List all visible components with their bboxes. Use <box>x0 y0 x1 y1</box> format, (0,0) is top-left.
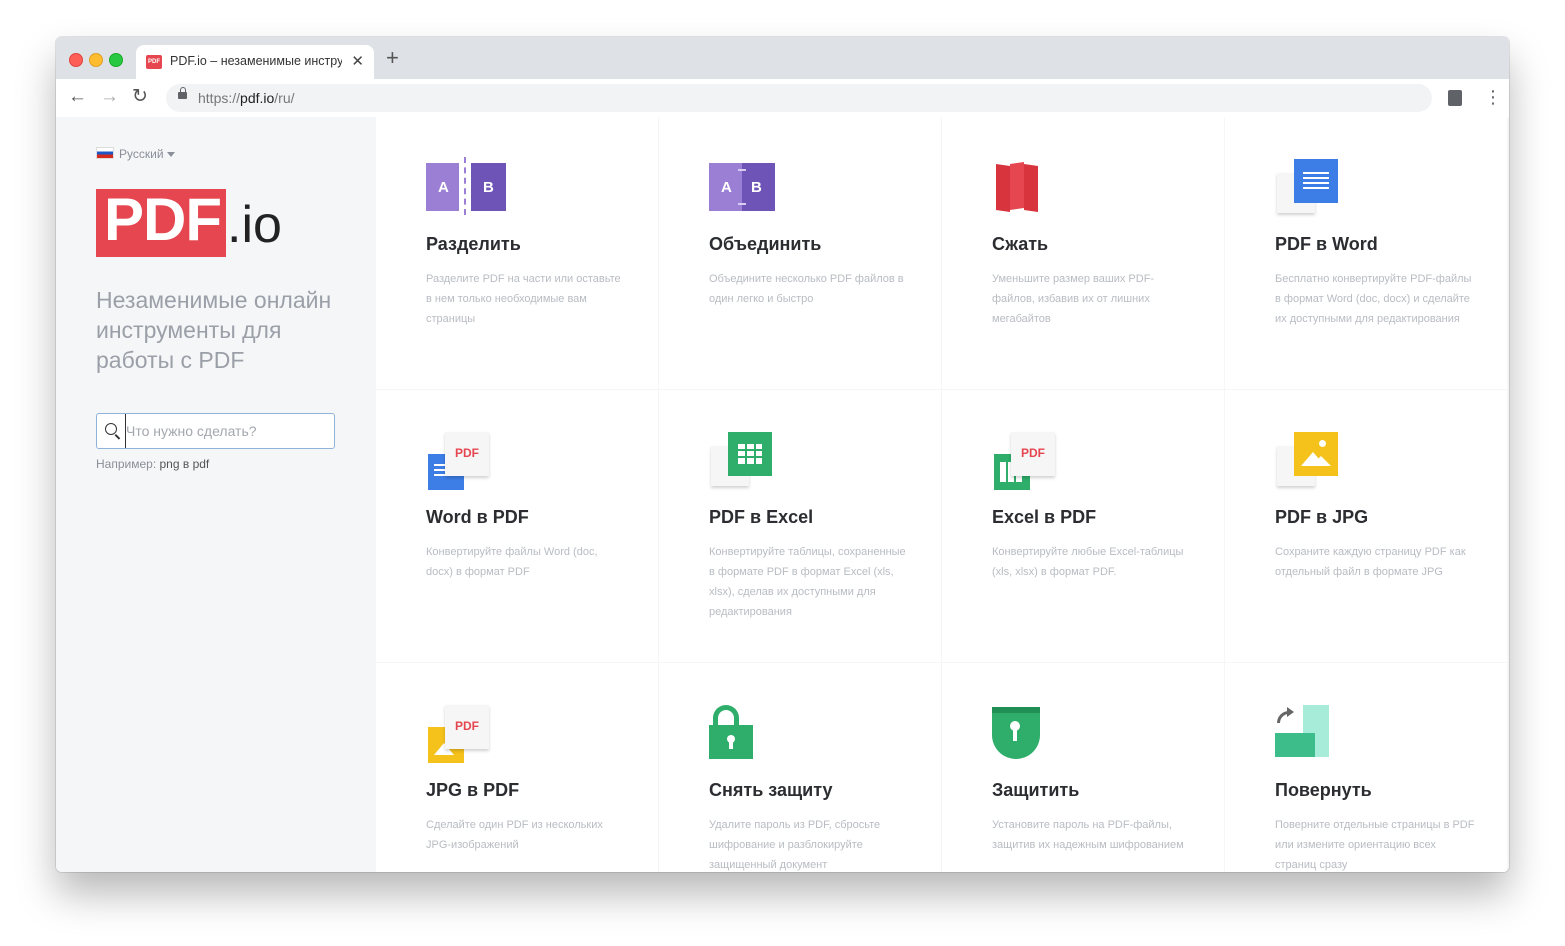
split-icon: A B <box>426 157 506 221</box>
tool-title: Word в PDF <box>426 507 529 527</box>
tool-card-split[interactable]: A B Разделить Разделите PDF на части или… <box>376 117 658 389</box>
tool-card-pdf-to-jpg[interactable]: PDF в JPG Сохраните каждую страницу PDF … <box>1225 390 1507 662</box>
merge-icon: A B <box>709 157 789 221</box>
minimize-window-button[interactable] <box>89 53 103 67</box>
extension-icon[interactable] <box>1448 90 1462 106</box>
chevron-down-icon <box>166 152 175 157</box>
tool-title: Разделить <box>426 234 521 254</box>
compress-icon <box>992 157 1072 221</box>
search-input[interactable] <box>125 414 326 448</box>
protect-icon <box>992 703 1072 767</box>
tool-title: Excel в PDF <box>992 507 1097 527</box>
tool-description: Удалите пароль из PDF, сбросьте шифрован… <box>709 819 881 871</box>
maximize-window-button[interactable] <box>109 53 123 67</box>
url-text: https://pdf.io/ru/ <box>198 90 295 106</box>
language-label: Русский <box>119 147 164 161</box>
search-box[interactable] <box>96 413 335 449</box>
pdf-to-excel-icon <box>709 430 789 494</box>
new-tab-button[interactable]: + <box>386 47 399 69</box>
browser-toolbar: ← → ↻ https://pdf.io/ru/ ⋮ <box>56 79 1509 118</box>
jpg-to-pdf-icon: PDF <box>426 703 506 767</box>
word-to-pdf-icon: PDF <box>426 430 506 494</box>
tool-description: Конвертируйте любые Excel-таблицы (xls, … <box>992 546 1184 578</box>
close-window-button[interactable] <box>69 53 83 67</box>
tool-card-unlock[interactable]: Снять защиту Удалите пароль из PDF, сбро… <box>659 663 941 872</box>
address-bar[interactable]: https://pdf.io/ru/ <box>166 84 1432 112</box>
tools-grid: A B Разделить Разделите PDF на части или… <box>376 117 1509 872</box>
tool-description: Бесплатно конвертируйте PDF-файлы в форм… <box>1275 273 1472 325</box>
tool-description: Сохраните каждую страницу PDF как отдель… <box>1275 546 1466 578</box>
tagline: Незаменимые онлайн инструменты для работ… <box>96 287 332 373</box>
language-selector[interactable]: Русский <box>96 147 175 161</box>
tool-card-protect[interactable]: Защитить Установите пароль на PDF-файлы,… <box>942 663 1224 872</box>
unlock-icon <box>709 703 789 767</box>
logo-io-text: .io <box>227 196 282 254</box>
browser-window: PDF PDF.io – незаменимые инструменты ✕ +… <box>56 37 1509 872</box>
browser-menu-icon[interactable]: ⋮ <box>1484 87 1502 107</box>
tool-description: Конвертируйте таблицы, сохраненные в фор… <box>709 546 906 618</box>
tool-card-excel-to-pdf[interactable]: PDF Excel в PDF Конвертируйте любые Exce… <box>942 390 1224 662</box>
tab-title: PDF.io – незаменимые инструменты <box>170 54 342 68</box>
browser-tab[interactable]: PDF PDF.io – незаменимые инструменты ✕ <box>136 45 374 79</box>
tool-description: Уменьшите размер ваших PDF-файлов, избав… <box>992 273 1155 325</box>
tool-description: Сделайте один PDF из нескольких JPG-изоб… <box>426 819 603 851</box>
sidebar: Русский PDF .io Незаменимые онлайн инстр… <box>56 117 376 872</box>
example-link[interactable]: png в pdf <box>160 457 210 471</box>
pdf-favicon-icon: PDF <box>146 55 162 69</box>
tool-title: PDF в JPG <box>1275 507 1369 527</box>
tool-description: Поверните отдельные страницы в PDF или и… <box>1275 819 1475 871</box>
page-content: Русский PDF .io Незаменимые онлайн инстр… <box>56 117 1509 872</box>
rotate-icon <box>1275 703 1355 767</box>
tool-title: Повернуть <box>1275 780 1372 800</box>
reload-icon[interactable]: ↻ <box>132 85 148 109</box>
tool-description: Разделите PDF на части или оставьте в не… <box>426 273 621 325</box>
tool-card-jpg-to-pdf[interactable]: PDF JPG в PDF Сделайте один PDF из неско… <box>376 663 658 872</box>
pdf-to-jpg-icon <box>1275 430 1355 494</box>
pdf-to-word-icon <box>1275 157 1355 221</box>
forward-arrow-icon[interactable]: → <box>100 85 119 109</box>
tool-card-pdf-to-excel[interactable]: PDF в Excel Конвертируйте таблицы, сохра… <box>659 390 941 662</box>
tab-strip: PDF PDF.io – незаменимые инструменты ✕ + <box>56 37 1509 79</box>
tool-card-word-to-pdf[interactable]: PDF Word в PDF Конвертируйте файлы Word … <box>376 390 658 662</box>
back-arrow-icon[interactable]: ← <box>68 85 87 109</box>
logo-pdf-text: PDF <box>104 186 222 253</box>
tool-title: Защитить <box>992 780 1080 800</box>
tool-title: Объединить <box>709 234 822 254</box>
excel-to-pdf-icon: PDF <box>992 430 1072 494</box>
close-tab-icon[interactable]: ✕ <box>351 52 364 70</box>
search-icon <box>105 423 117 435</box>
tool-title: Снять защиту <box>709 780 833 800</box>
tool-card-merge[interactable]: A B Объединить Объедините несколько PDF … <box>659 117 941 389</box>
tool-title: JPG в PDF <box>426 780 520 800</box>
russia-flag-icon <box>96 147 114 159</box>
tool-card-pdf-to-word[interactable]: PDF в Word Бесплатно конвертируйте PDF-ф… <box>1225 117 1507 389</box>
tool-description: Конвертируйте файлы Word (doc, docx) в ф… <box>426 546 598 578</box>
tool-description: Установите пароль на PDF-файлы, защитив … <box>992 819 1184 851</box>
tool-title: PDF в Excel <box>709 507 814 527</box>
tool-card-compress[interactable]: Сжать Уменьшите размер ваших PDF-файлов,… <box>942 117 1224 389</box>
tool-title: Сжать <box>992 234 1049 254</box>
search-example: Например: png в pdf <box>96 457 210 471</box>
lock-icon <box>178 87 187 99</box>
tool-description: Объедините несколько PDF файлов в один л… <box>709 273 904 305</box>
tool-card-rotate[interactable]: Повернуть Поверните отдельные страницы в… <box>1225 663 1507 872</box>
tool-title: PDF в Word <box>1275 234 1378 254</box>
